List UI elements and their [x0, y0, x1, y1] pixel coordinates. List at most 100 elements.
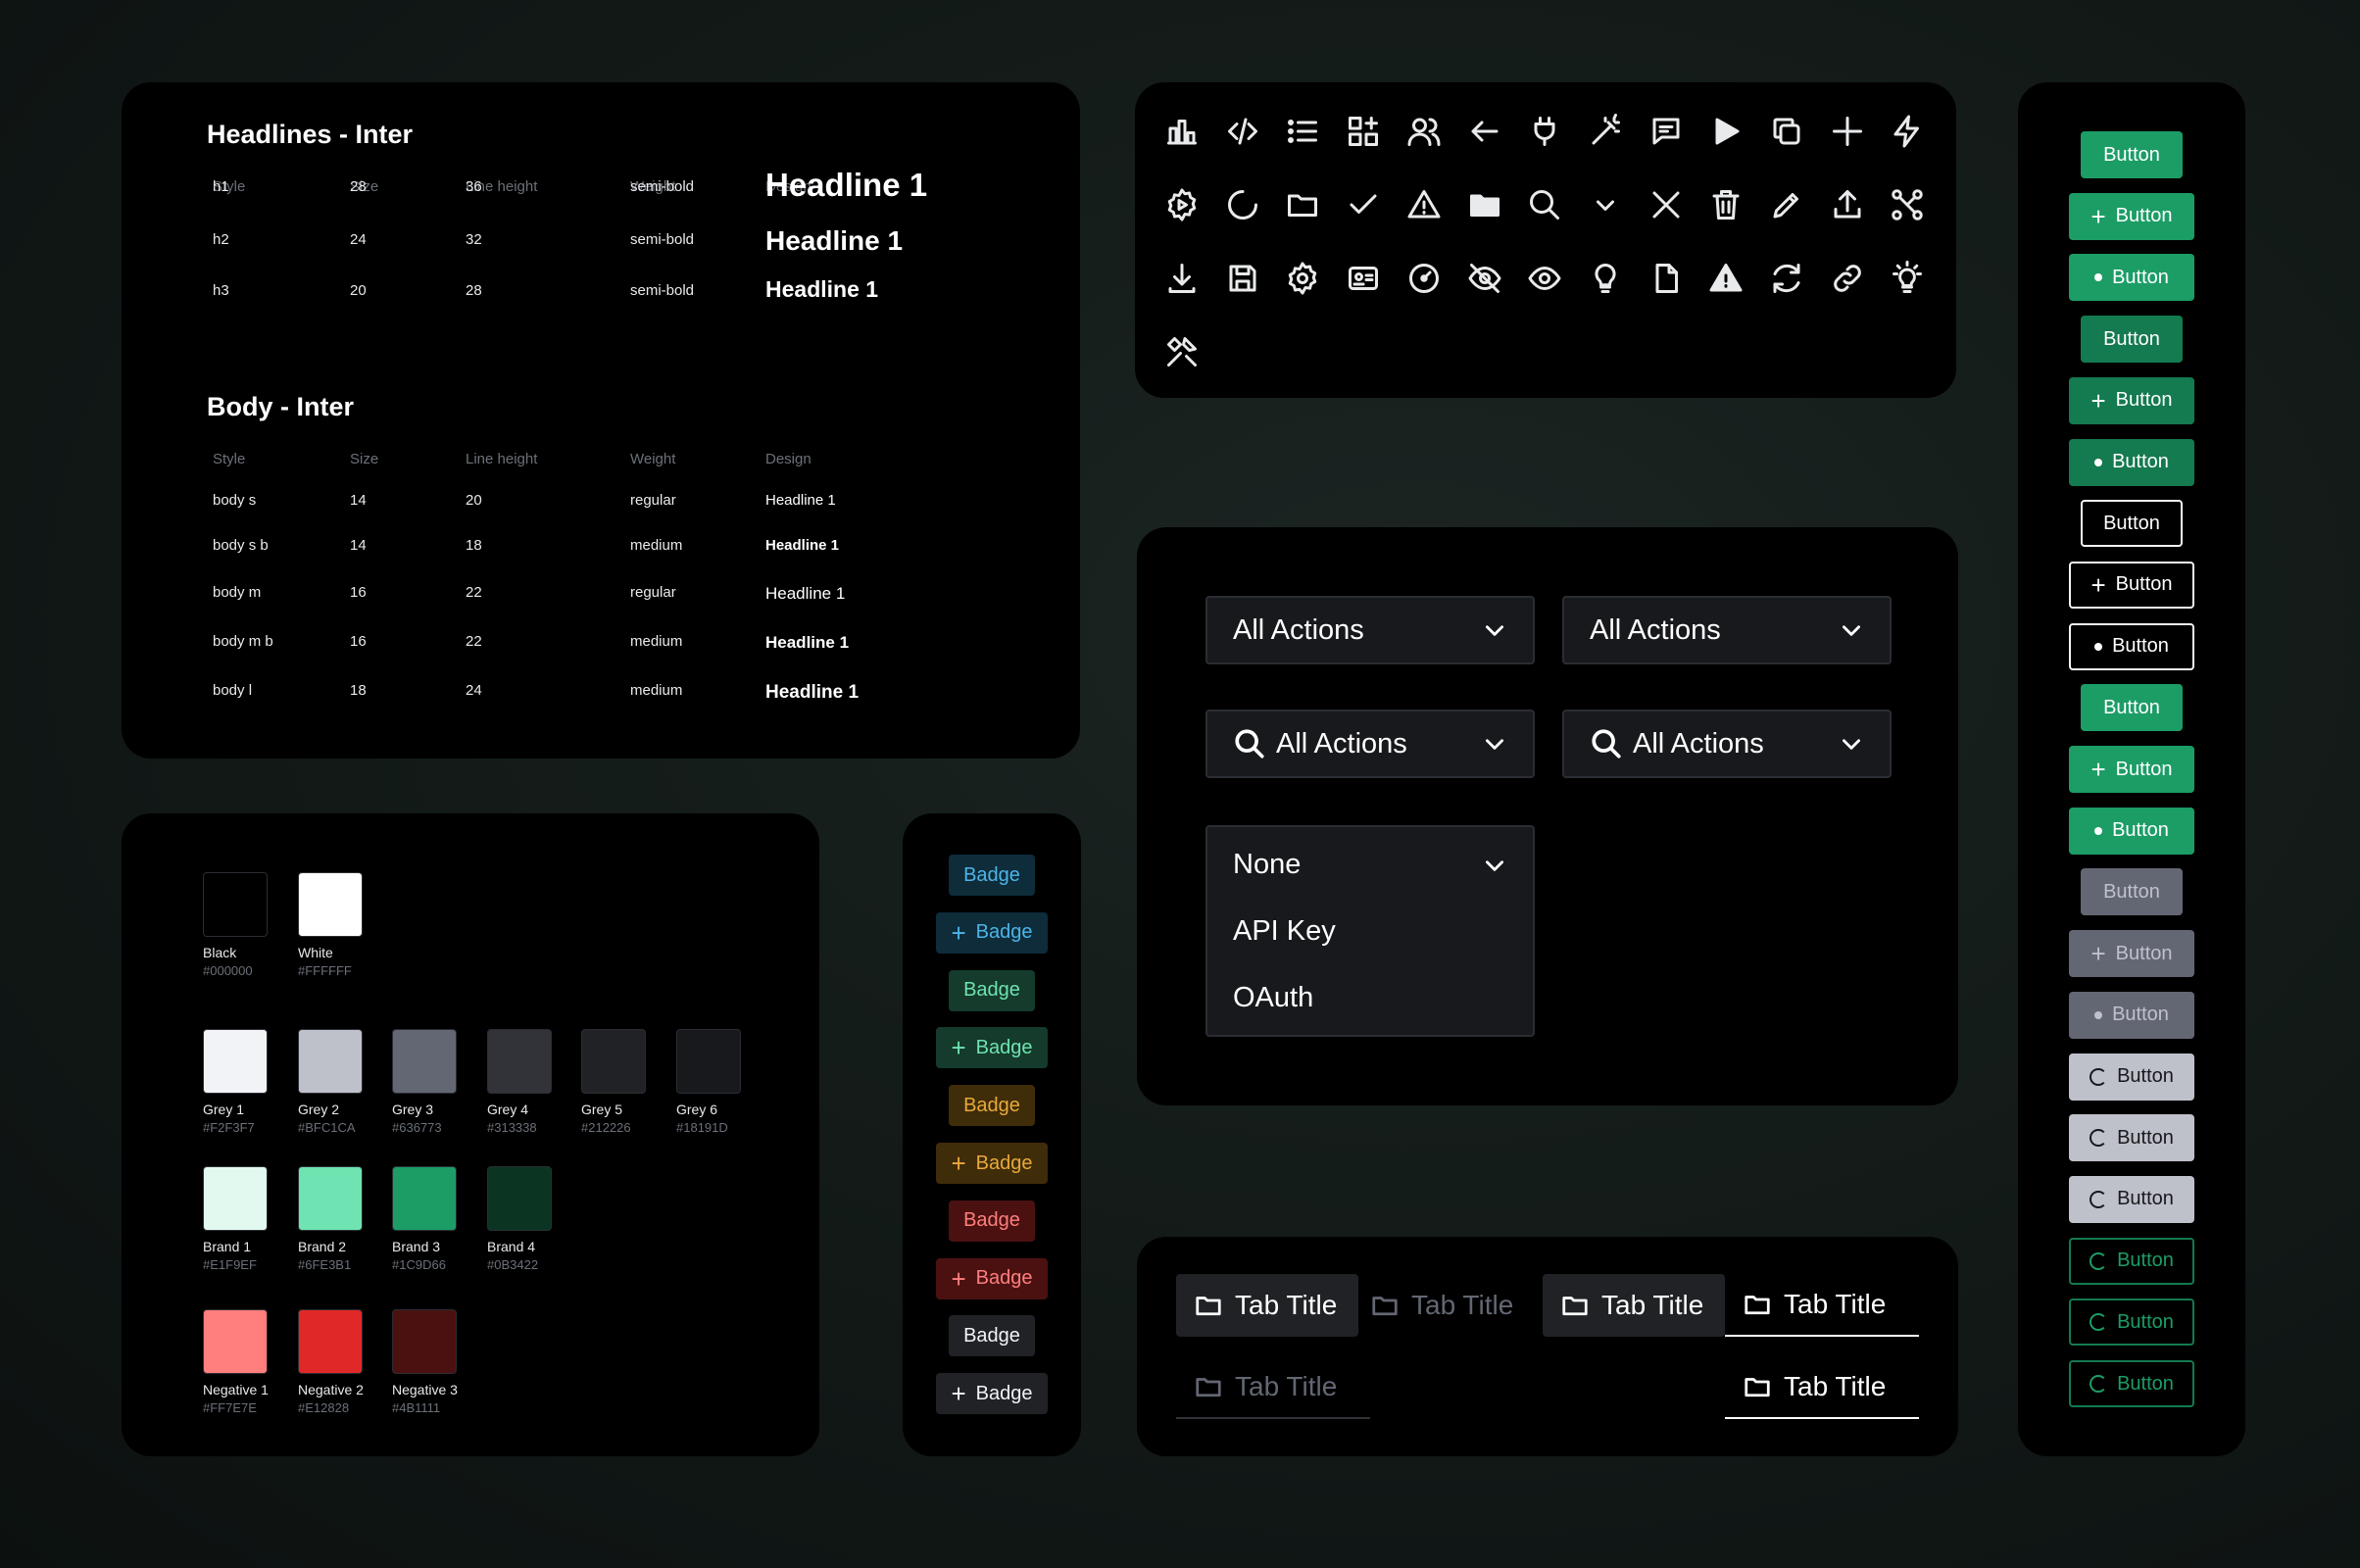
badge-label: Badge: [963, 1094, 1020, 1116]
search-icon: [1592, 729, 1621, 759]
button-solid-plus[interactable]: + Button: [2069, 746, 2194, 793]
search-select-all-actions[interactable]: All Actions: [1562, 710, 1892, 778]
dropdown-option-oauth[interactable]: OAuth: [1233, 982, 1313, 1014]
close-icon[interactable]: [1648, 187, 1684, 222]
button-outline-brand-spin[interactable]: Button: [2069, 1237, 2194, 1285]
users-icon[interactable]: [1406, 114, 1442, 149]
plug-icon[interactable]: [1527, 114, 1562, 149]
badge-label: Badge: [975, 1267, 1033, 1290]
id-card-icon[interactable]: [1346, 261, 1381, 296]
loader-icon[interactable]: [1225, 187, 1260, 222]
tab-title-filled[interactable]: Tab Title: [1176, 1274, 1358, 1337]
button-light-spin[interactable]: Button: [2069, 1114, 2194, 1162]
button-solid[interactable]: Button: [2081, 131, 2183, 178]
dropdown-selected-value[interactable]: None: [1233, 849, 1301, 881]
swatch-chip: [203, 1029, 268, 1094]
button-muted-plus[interactable]: + Button: [2069, 930, 2194, 978]
button-outline-brand-spin[interactable]: Button: [2069, 1360, 2194, 1407]
button-outline-plus[interactable]: + Button: [2069, 561, 2194, 609]
button-outline[interactable]: Button: [2081, 500, 2183, 548]
link-icon[interactable]: [1830, 261, 1865, 296]
search-icon[interactable]: [1527, 187, 1562, 222]
bulb-icon[interactable]: [1588, 261, 1623, 296]
gear-icon[interactable]: [1285, 261, 1320, 296]
save-icon[interactable]: [1225, 261, 1260, 296]
button-solid-dot[interactable]: Button: [2069, 807, 2194, 855]
button-light-spin[interactable]: Button: [2069, 1175, 2194, 1223]
button-solid[interactable]: Button: [2081, 684, 2183, 732]
button-solid-plus[interactable]: + Button: [2069, 376, 2194, 424]
cell-design: Headline 1: [765, 225, 904, 256]
tab-label: Tab Title: [1784, 1371, 1887, 1401]
button-solid-dot[interactable]: Button: [2069, 254, 2194, 302]
lightning-icon[interactable]: [1890, 114, 1925, 149]
copy-icon[interactable]: [1769, 114, 1804, 149]
button-solid-dot[interactable]: Button: [2069, 438, 2194, 486]
magic-wand-icon[interactable]: [1588, 114, 1623, 149]
loader-icon: [2090, 1190, 2108, 1208]
check-icon[interactable]: [1346, 187, 1381, 222]
col-size: Size: [350, 451, 379, 467]
eye-off-icon[interactable]: [1467, 261, 1502, 296]
button-solid[interactable]: Button: [2081, 316, 2183, 364]
folder-filled-icon[interactable]: [1467, 187, 1502, 222]
arrow-left-icon[interactable]: [1467, 114, 1502, 149]
settings-play-icon[interactable]: [1164, 187, 1200, 222]
headline-row: h3 20 28 semi-bold Headline 1: [213, 276, 1056, 319]
plus-icon[interactable]: [1830, 114, 1865, 149]
warning-filled-icon[interactable]: [1708, 261, 1744, 296]
play-icon[interactable]: [1708, 114, 1744, 149]
cell-weight: semi-bold: [630, 178, 695, 195]
button-outline-dot[interactable]: Button: [2069, 622, 2194, 670]
cell-weight: semi-bold: [630, 231, 695, 248]
chat-bubble-icon[interactable]: [1648, 114, 1684, 149]
select-all-actions[interactable]: All Actions: [1562, 596, 1892, 664]
chevron-down-icon[interactable]: [1588, 187, 1623, 222]
trash-icon[interactable]: [1708, 187, 1744, 222]
button-label: Button: [2115, 205, 2173, 227]
swatch-chip: [676, 1029, 741, 1094]
auth-dropdown-open[interactable]: None API Key OAuth: [1205, 825, 1535, 1037]
cell-design: Headline 1: [765, 584, 846, 603]
pencil-icon[interactable]: [1769, 187, 1804, 222]
tab-title-filled[interactable]: Tab Title: [1543, 1274, 1725, 1337]
bar-chart-icon[interactable]: [1164, 114, 1200, 149]
button-solid-plus[interactable]: + Button: [2069, 192, 2194, 240]
upload-icon[interactable]: [1830, 187, 1865, 222]
refresh-icon[interactable]: [1769, 261, 1804, 296]
code-icon[interactable]: [1225, 114, 1260, 149]
workflow-icon[interactable]: [1890, 187, 1925, 222]
apps-add-icon[interactable]: [1346, 114, 1381, 149]
tab-title-disabled[interactable]: Tab Title: [1352, 1274, 1535, 1337]
document-icon[interactable]: [1648, 261, 1684, 296]
badge-label: Badge: [975, 921, 1033, 944]
warning-icon[interactable]: [1406, 187, 1442, 222]
download-icon[interactable]: [1164, 261, 1200, 296]
button-muted-dot[interactable]: Button: [2069, 991, 2194, 1039]
dropdown-option-api-key[interactable]: API Key: [1233, 915, 1336, 948]
cell-size: 16: [350, 584, 367, 601]
tab-title-underline[interactable]: Tab Title: [1725, 1356, 1919, 1419]
buttons-panel: Button + Button Button Button + Button Button Bu…: [2018, 82, 2245, 1456]
button-outline-brand-spin[interactable]: Button: [2069, 1298, 2194, 1347]
folder-icon[interactable]: [1285, 187, 1320, 222]
tab-title-underline-disabled[interactable]: Tab Title: [1176, 1356, 1370, 1419]
color-swatch-brand-4: Brand 4 #0B3422: [487, 1166, 552, 1272]
bulb-on-icon[interactable]: [1890, 261, 1925, 296]
col-design: Design: [765, 451, 811, 467]
swatch-hex: #FFFFFF: [298, 963, 352, 978]
swatch-hex: #000000: [203, 963, 253, 978]
button-muted[interactable]: Button: [2081, 868, 2183, 916]
folder-icon: [1196, 1378, 1221, 1397]
color-swatch-grey-4: Grey 4 #313338: [487, 1029, 552, 1135]
cell-style: h3: [213, 282, 229, 299]
search-select-all-actions[interactable]: All Actions: [1205, 710, 1535, 778]
list-icon[interactable]: [1285, 114, 1320, 149]
button-label: Button: [2115, 942, 2173, 964]
tab-title-underline[interactable]: Tab Title: [1725, 1274, 1919, 1337]
eye-icon[interactable]: [1527, 261, 1562, 296]
gauge-icon[interactable]: [1406, 261, 1442, 296]
button-light-spin[interactable]: Button: [2069, 1053, 2194, 1101]
tools-icon[interactable]: [1164, 334, 1200, 369]
select-all-actions[interactable]: All Actions: [1205, 596, 1535, 664]
